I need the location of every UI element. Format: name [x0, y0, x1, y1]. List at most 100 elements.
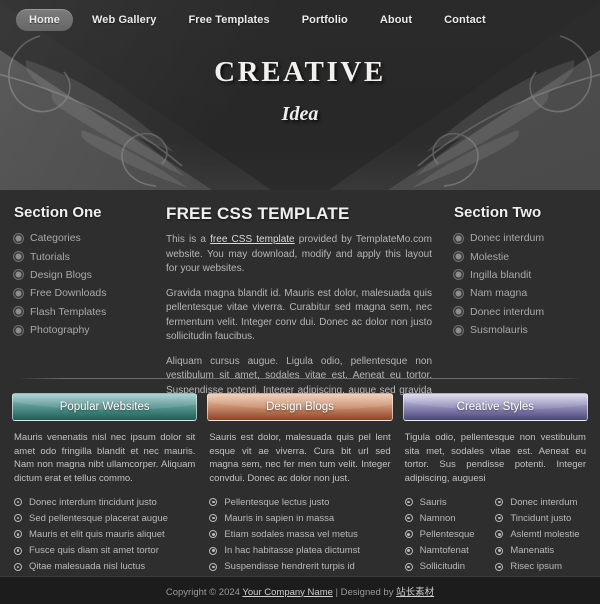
box-title: Popular Websites [59, 401, 150, 413]
list-item[interactable]: Risec ipsum [495, 559, 586, 575]
list-item-label: Susmolauris [470, 324, 528, 337]
box-header-design-blogs[interactable]: Design Blogs [207, 393, 393, 421]
list-item[interactable]: Qitae malesuada nisl luctus [14, 559, 195, 575]
box-two-column-lists: Sauris Namnon Pellentesque Namtofenat So… [404, 494, 586, 575]
list-item-label: Mauris in sapien in massa [224, 512, 335, 524]
bullet-dot-icon [14, 252, 23, 262]
list-item-label: Free Downloads [30, 287, 107, 300]
list-item[interactable]: Ingilla blandit [454, 266, 586, 284]
list-item-label: Donec interdum [510, 496, 578, 508]
list-item[interactable]: Manenatis [495, 543, 586, 559]
list-item[interactable]: Pellentesque lectus justo [209, 494, 390, 510]
section-one-list: Categories Tutorials Design Blogs Free D… [14, 229, 154, 339]
list-item-label: Donec interdum [470, 305, 545, 318]
box-list: Donec interdum tincidunt justo Sed pelle… [14, 494, 195, 575]
box-header-popular-websites[interactable]: Popular Websites [12, 393, 198, 421]
list-item-label: Design Blogs [30, 268, 92, 281]
radio-bullet-icon [495, 530, 504, 539]
site-logo[interactable]: CREATIVE Idea [0, 56, 600, 126]
page-title: FREE CSS TEMPLATE [166, 204, 350, 223]
list-item[interactable]: Sauris [404, 494, 496, 510]
nav-item-web-gallery[interactable]: Web Gallery [79, 9, 169, 31]
nav-item-about[interactable]: About [367, 9, 425, 31]
list-item[interactable]: Free Downloads [14, 284, 154, 302]
nav-item-contact[interactable]: Contact [431, 9, 499, 31]
list-item-label: Risec ipsum [510, 561, 563, 573]
box-list-right: Donec interdum Tincidunt justo Aslemtl m… [495, 494, 586, 575]
logo-main-text: CREATIVE [214, 56, 386, 88]
bullet-dot-icon [14, 270, 23, 280]
list-item[interactable]: Namtofenat [404, 543, 496, 559]
radio-bullet-icon [14, 562, 22, 571]
list-item[interactable]: In hac habitasse platea dictumst [209, 543, 390, 559]
list-item[interactable]: Mauris et elit quis mauris aliquet [14, 526, 195, 542]
list-item-label: Sauris [419, 496, 447, 508]
list-item[interactable]: Donec interdum [495, 494, 586, 510]
main-navigation: Home Web Gallery Free Templates Portfoli… [0, 8, 600, 32]
bullet-dot-icon [454, 288, 463, 298]
list-item-label: Suspendisse hendrerit turpis id [224, 561, 355, 573]
list-item[interactable]: Tutorials [14, 247, 154, 265]
list-item[interactable]: Sed pellentesque placerat augue [14, 510, 195, 526]
list-item[interactable]: Mauris in sapien in massa [209, 510, 390, 526]
list-item[interactable]: Aslemtl molestie [495, 526, 586, 542]
list-item[interactable]: Donec interdum [454, 303, 586, 321]
middle-column: FREE CSS TEMPLATE This is a free CSS tem… [154, 204, 446, 410]
radio-bullet-icon [495, 514, 504, 523]
radio-bullet-icon [495, 546, 504, 555]
nav-item-home[interactable]: Home [16, 9, 73, 31]
list-item-label: Sed pellentesque placerat augue [29, 512, 168, 524]
radio-bullet-icon [209, 562, 218, 571]
list-item[interactable]: Nam magna [454, 284, 586, 302]
list-item-label: Namnon [419, 512, 456, 524]
radio-bullet-icon [209, 530, 218, 539]
list-item[interactable]: Photography [14, 321, 154, 339]
section-two-title: Section Two [454, 204, 542, 221]
list-item[interactable]: Fusce quis diam sit amet tortor [14, 543, 195, 559]
list-item-label: Qitae malesuada nisl luctus [29, 561, 146, 573]
intro-paragraph: This is a free CSS template provided by … [166, 233, 432, 277]
radio-bullet-icon [14, 514, 22, 523]
company-link[interactable]: Your Company Name [242, 587, 332, 598]
list-item[interactable]: Tincidunt justo [495, 510, 586, 526]
list-item[interactable]: Categories [14, 229, 154, 247]
box-paragraph: Sauris est dolor, malesuada quis pel len… [209, 432, 391, 484]
box-body: Sauris est dolor, malesuada quis pel len… [207, 421, 392, 575]
nav-item-free-templates[interactable]: Free Templates [175, 9, 282, 31]
free-css-template-link[interactable]: free CSS template [210, 234, 294, 245]
list-item[interactable]: Susmolauris [454, 321, 586, 339]
box-paragraph: Tigula odio, pellentesque non vestibulum… [404, 432, 586, 484]
box-header-creative-styles[interactable]: Creative Styles [402, 393, 588, 421]
footer-copyright: Copyright © 2024 Your Company Name | Des… [166, 584, 434, 598]
section-one-column: Section One Categories Tutorials Design … [14, 204, 154, 368]
bullet-dot-icon [454, 252, 463, 262]
list-item[interactable]: Donec interdum tincidunt justo [14, 494, 195, 510]
nav-item-portfolio[interactable]: Portfolio [289, 9, 361, 31]
bullet-dot-icon [454, 270, 463, 280]
bullet-dot-icon [454, 325, 463, 335]
list-item[interactable]: Flash Templates [14, 303, 154, 321]
list-item-label: Sollicitudin [419, 561, 466, 573]
list-item-label: Flash Templates [30, 305, 107, 318]
designer-link[interactable]: 站长素材 [396, 587, 434, 598]
list-item[interactable]: Sollicitudin [404, 559, 496, 575]
list-item-label: Donec interdum tincidunt justo [29, 496, 157, 508]
list-item-label: Tincidunt justo [510, 512, 572, 524]
main-content: Section One Categories Tutorials Design … [0, 190, 600, 410]
list-item[interactable]: Design Blogs [14, 266, 154, 284]
list-item[interactable]: Namnon [404, 510, 496, 526]
list-item-label: Molestie [470, 250, 510, 263]
header-banner: Home Web Gallery Free Templates Portfoli… [0, 0, 600, 190]
section-two-column: Section Two Donec interdum Molestie Ingi… [446, 204, 586, 368]
page-root: Home Web Gallery Free Templates Portfoli… [0, 0, 600, 604]
list-item[interactable]: Molestie [454, 247, 586, 265]
list-item[interactable]: Pellentesque [404, 526, 496, 542]
bullet-dot-icon [454, 233, 463, 243]
list-item-label: Namtofenat [419, 545, 469, 557]
list-item[interactable]: Etiam sodales massa vel metus [209, 526, 390, 542]
bullet-dot-icon [14, 307, 23, 317]
list-item-label: Pellentesque lectus justo [224, 496, 330, 508]
list-item[interactable]: Donec interdum [454, 229, 586, 247]
list-item-label: Ingilla blandit [470, 268, 532, 281]
list-item[interactable]: Suspendisse hendrerit turpis id [209, 559, 390, 575]
